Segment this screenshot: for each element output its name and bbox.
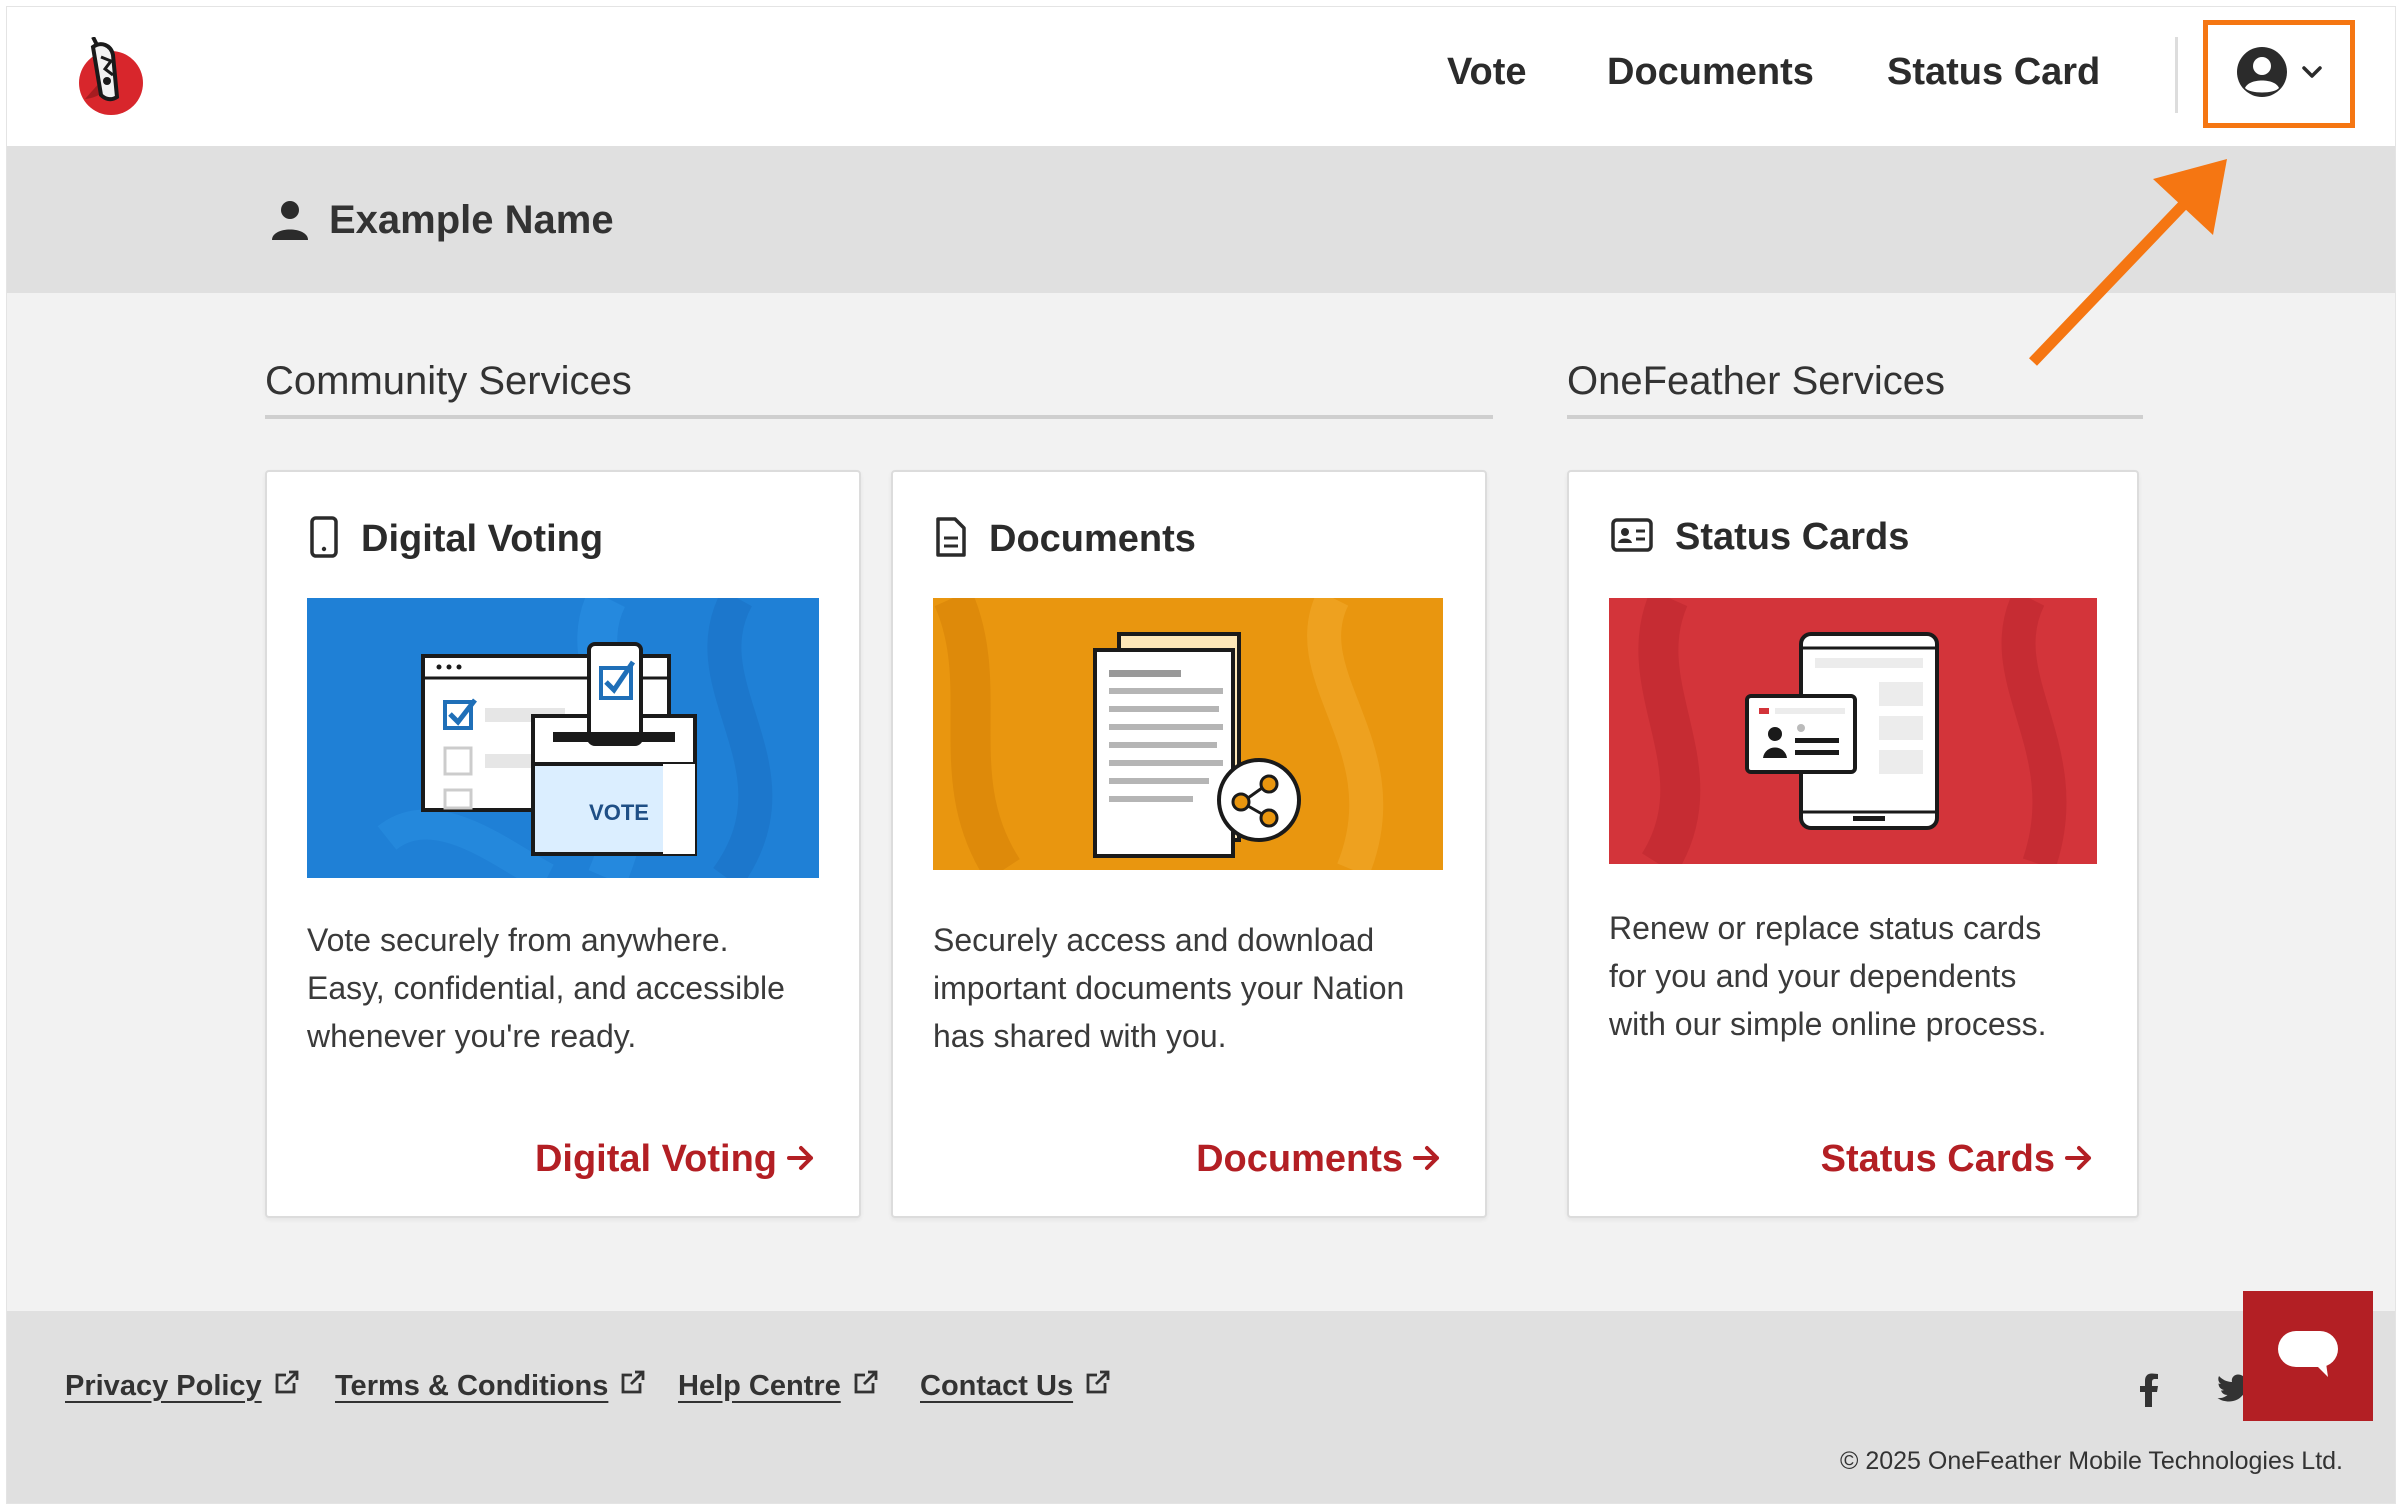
shared-documents-illustration — [933, 598, 1443, 870]
app-window: Vote Documents Status Card Example Name … — [6, 6, 2396, 1504]
chat-button[interactable] — [2243, 1291, 2373, 1421]
vote-label: VOTE — [589, 800, 649, 825]
arrow-right-icon — [787, 1138, 815, 1181]
card-description: Renew or replace status cards for you an… — [1609, 910, 2047, 1042]
ballot-box-illustration: VOTE — [307, 598, 819, 878]
onefeather-logo[interactable] — [71, 36, 147, 119]
facebook-icon[interactable] — [2139, 1373, 2159, 1412]
account-menu-button[interactable] — [2203, 20, 2355, 128]
help-centre-link[interactable]: Help Centre — [678, 1369, 879, 1403]
nav-documents[interactable]: Documents — [1607, 51, 1814, 94]
status-card-tablet-illustration — [1609, 598, 2097, 864]
document-icon — [935, 516, 967, 563]
status-cards-card: Status Cards Renew or replace status car… — [1567, 470, 2139, 1218]
community-services-divider — [265, 415, 1493, 419]
chevron-down-icon — [2301, 65, 2323, 84]
external-link-icon — [620, 1369, 646, 1403]
external-link-icon — [274, 1369, 300, 1403]
user-name: Example Name — [329, 198, 614, 242]
documents-card: Documents Securely access and download i… — [891, 470, 1487, 1218]
community-services-title: Community Services — [265, 359, 632, 403]
annotation-arrow-icon — [2029, 159, 2227, 366]
nav-vote[interactable]: Vote — [1447, 51, 1527, 94]
card-title: Documents — [989, 518, 1196, 560]
status-cards-link[interactable]: Status Cards — [1821, 1138, 2093, 1181]
person-icon — [271, 200, 309, 245]
mobile-phone-icon — [309, 516, 339, 563]
card-title: Status Cards — [1675, 516, 1910, 558]
documents-link[interactable]: Documents — [1196, 1138, 1441, 1181]
arrow-right-icon — [2065, 1138, 2093, 1181]
card-title: Digital Voting — [361, 518, 604, 560]
footer: Privacy Policy Terms & Conditions Help C… — [7, 1311, 2395, 1503]
arrow-right-icon — [1413, 1138, 1441, 1181]
external-link-icon — [1085, 1369, 1111, 1403]
nav-status-card[interactable]: Status Card — [1887, 51, 2100, 94]
privacy-policy-link[interactable]: Privacy Policy — [65, 1369, 300, 1403]
onefeather-services-divider — [1567, 415, 2143, 419]
card-description: Vote securely from anywhere. Easy, confi… — [307, 922, 785, 1054]
card-description: Securely access and download important d… — [933, 922, 1405, 1054]
digital-voting-card: Digital Voting VOTE Vote securely from a… — [265, 470, 861, 1218]
id-card-icon — [1611, 518, 1653, 557]
nav-divider — [2175, 37, 2178, 113]
copyright-text: © 2025 OneFeather Mobile Technologies Lt… — [1839, 1447, 2343, 1475]
onefeather-services-title: OneFeather Services — [1567, 359, 1945, 403]
contact-us-link[interactable]: Contact Us — [920, 1369, 1111, 1403]
digital-voting-link[interactable]: Digital Voting — [535, 1138, 815, 1181]
user-circle-icon — [2235, 45, 2289, 104]
top-header: Vote Documents Status Card — [7, 7, 2395, 146]
terms-conditions-link[interactable]: Terms & Conditions — [335, 1369, 646, 1403]
external-link-icon — [853, 1369, 879, 1403]
chat-bubble-icon — [2276, 1329, 2340, 1384]
